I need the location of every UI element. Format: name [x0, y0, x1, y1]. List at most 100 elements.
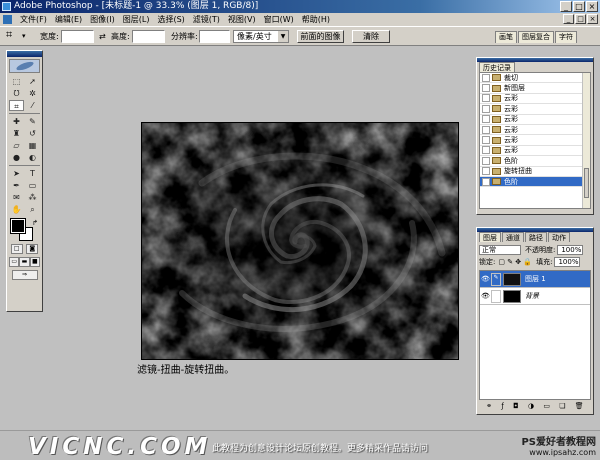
clone-stamp-tool-icon[interactable]: ♜ — [9, 128, 24, 139]
foreground-color-swatch[interactable] — [10, 218, 26, 234]
fill-label: 填充: — [536, 257, 553, 266]
height-input[interactable] — [132, 30, 165, 43]
blur-tool-icon[interactable]: ● — [9, 152, 24, 163]
tab-channels[interactable]: 通道 — [502, 232, 524, 242]
healing-brush-tool-icon[interactable]: ✚ — [9, 116, 24, 127]
menu-filter[interactable]: 滤镜(T) — [189, 13, 224, 26]
dodge-tool-icon[interactable]: ◐ — [25, 152, 40, 163]
history-brush-tool-icon[interactable]: ↺ — [25, 128, 40, 139]
lock-icons[interactable]: ▢ ✎ ✥ 🔒 — [498, 258, 532, 266]
fill-input[interactable]: 100% — [554, 256, 581, 267]
opacity-input[interactable]: 100% — [557, 244, 584, 255]
history-item[interactable]: 旋转扭曲 — [480, 167, 590, 177]
type-tool-icon[interactable]: T — [25, 168, 40, 179]
palette-tab-brushes[interactable]: 画笔 — [495, 31, 517, 43]
clear-button[interactable]: 清除 — [352, 30, 390, 43]
tab-layers[interactable]: 图层 — [479, 232, 501, 242]
marquee-tool-icon[interactable]: ⬚ — [9, 76, 24, 87]
tab-history[interactable]: 历史记录 — [479, 62, 515, 72]
shape-tool-icon[interactable]: ▭ — [25, 180, 40, 191]
crop-tool-icon[interactable]: ⌗ — [9, 100, 24, 111]
maximize-button[interactable]: □ — [573, 1, 585, 12]
doc-close-button[interactable]: × — [587, 14, 598, 24]
close-button[interactable]: × — [586, 1, 598, 12]
history-item[interactable]: 云彩 — [480, 146, 590, 157]
vicnc-logo: VICNC.COM — [28, 434, 212, 460]
toolbox-title-bar[interactable] — [7, 51, 42, 57]
standard-mode-icon[interactable]: □ — [10, 244, 23, 254]
doc-restore-button[interactable]: □ — [575, 14, 586, 24]
history-item[interactable]: 云彩 — [480, 125, 590, 136]
history-scrollbar[interactable] — [582, 73, 590, 208]
lasso-tool-icon[interactable]: ᘮ — [9, 88, 24, 99]
swap-dimensions-icon[interactable]: ⇄ — [99, 30, 106, 43]
pen-tool-icon[interactable]: ✒ — [9, 180, 24, 191]
history-item[interactable]: 云彩 — [480, 115, 590, 125]
jump-to-imageready-icon[interactable]: ⇒ — [11, 270, 38, 280]
full-screen-menu-mode-icon[interactable]: ▬ — [19, 257, 30, 267]
doc-minimize-button[interactable]: _ — [563, 14, 574, 24]
menu-edit[interactable]: 编辑(E) — [51, 13, 86, 26]
adjustment-layer-icon[interactable]: ◑ — [528, 402, 534, 412]
move-tool-icon[interactable]: ➚ — [25, 76, 40, 87]
menu-window[interactable]: 窗口(W) — [260, 13, 298, 26]
resolution-input[interactable] — [199, 30, 230, 43]
history-item[interactable]: 裁切 — [480, 73, 590, 84]
menu-view[interactable]: 视图(V) — [224, 13, 260, 26]
history-item[interactable]: 云彩 — [480, 135, 590, 146]
menu-layer[interactable]: 图层(L) — [119, 13, 154, 26]
history-item[interactable]: 云彩 — [480, 94, 590, 105]
trash-icon[interactable]: 🗑 — [575, 402, 584, 412]
palette-tab-character[interactable]: 字符 — [555, 31, 577, 43]
layer-style-icon[interactable]: ƒ — [501, 402, 503, 412]
adobe-online-icon[interactable] — [9, 59, 40, 73]
width-label: 宽度: — [40, 32, 59, 41]
layer-row-layer1[interactable]: 👁 ✎ 图层 1 — [480, 271, 590, 288]
menu-help[interactable]: 帮助(H) — [298, 13, 334, 26]
zoom-tool-icon[interactable]: ⌕ — [25, 204, 40, 215]
notes-tool-icon[interactable]: ✉ — [9, 192, 24, 203]
adjustment-step-icon — [492, 157, 501, 165]
eye-icon[interactable]: 👁 — [480, 292, 491, 300]
document-icon[interactable] — [3, 15, 12, 24]
resolution-unit-select[interactable]: 像素/英寸 ▼ — [233, 30, 289, 43]
link-icon[interactable]: ⚭ — [486, 402, 492, 412]
mask-icon[interactable]: ◘ — [513, 402, 519, 412]
magic-wand-tool-icon[interactable]: ✲ — [25, 88, 40, 99]
menu-file[interactable]: 文件(F) — [16, 13, 51, 26]
history-item[interactable]: 云彩 — [480, 104, 590, 115]
path-selection-tool-icon[interactable]: ➤ — [9, 168, 24, 179]
history-item[interactable]: 新图层 — [480, 83, 590, 94]
eye-icon[interactable]: 👁 — [480, 275, 491, 283]
menu-image[interactable]: 图像(I) — [86, 13, 119, 26]
new-group-icon[interactable]: ▭ — [543, 402, 550, 412]
history-item[interactable]: 色阶 — [480, 156, 590, 167]
history-item-selected[interactable]: 色阶 — [480, 176, 590, 188]
brand-block: PS爱好者教程网 www.ipsahz.com — [521, 433, 596, 457]
minimize-button[interactable]: _ — [560, 1, 572, 12]
width-input[interactable] — [61, 30, 94, 43]
swap-colors-icon[interactable]: ↱ — [32, 219, 38, 227]
crop-tool-icon[interactable]: ⌗ — [6, 28, 12, 41]
eyedropper-tool-icon[interactable]: ⁂ — [25, 192, 40, 203]
tab-actions[interactable]: 动作 — [548, 232, 570, 242]
quick-mask-mode-icon[interactable]: ◙ — [26, 244, 39, 254]
standard-screen-mode-icon[interactable]: ▭ — [9, 257, 20, 267]
brush-tool-icon[interactable]: ✎ — [25, 116, 40, 127]
gradient-tool-icon[interactable]: ▦ — [25, 140, 40, 151]
menu-select[interactable]: 选择(S) — [153, 13, 188, 26]
palette-tab-layer-comps[interactable]: 图层复合 — [518, 31, 554, 43]
slice-tool-icon[interactable]: ⁄ — [25, 100, 40, 111]
front-image-button[interactable]: 前面的图像 — [297, 30, 344, 43]
blend-mode-select[interactable]: 正常 — [479, 244, 521, 255]
tool-preset-chevron-down-icon[interactable]: ▾ — [22, 30, 26, 43]
new-layer-icon[interactable]: ❏ — [559, 402, 565, 412]
filter-step-icon — [492, 105, 501, 113]
tab-paths[interactable]: 路径 — [525, 232, 547, 242]
eraser-tool-icon[interactable]: ▱ — [9, 140, 24, 151]
photoshop-app-icon — [2, 2, 11, 11]
layer-row-background[interactable]: 👁 背景 — [480, 288, 590, 305]
document-canvas[interactable] — [141, 122, 459, 360]
hand-tool-icon[interactable]: ✋ — [9, 204, 24, 215]
full-screen-mode-icon[interactable]: ■ — [29, 257, 40, 267]
